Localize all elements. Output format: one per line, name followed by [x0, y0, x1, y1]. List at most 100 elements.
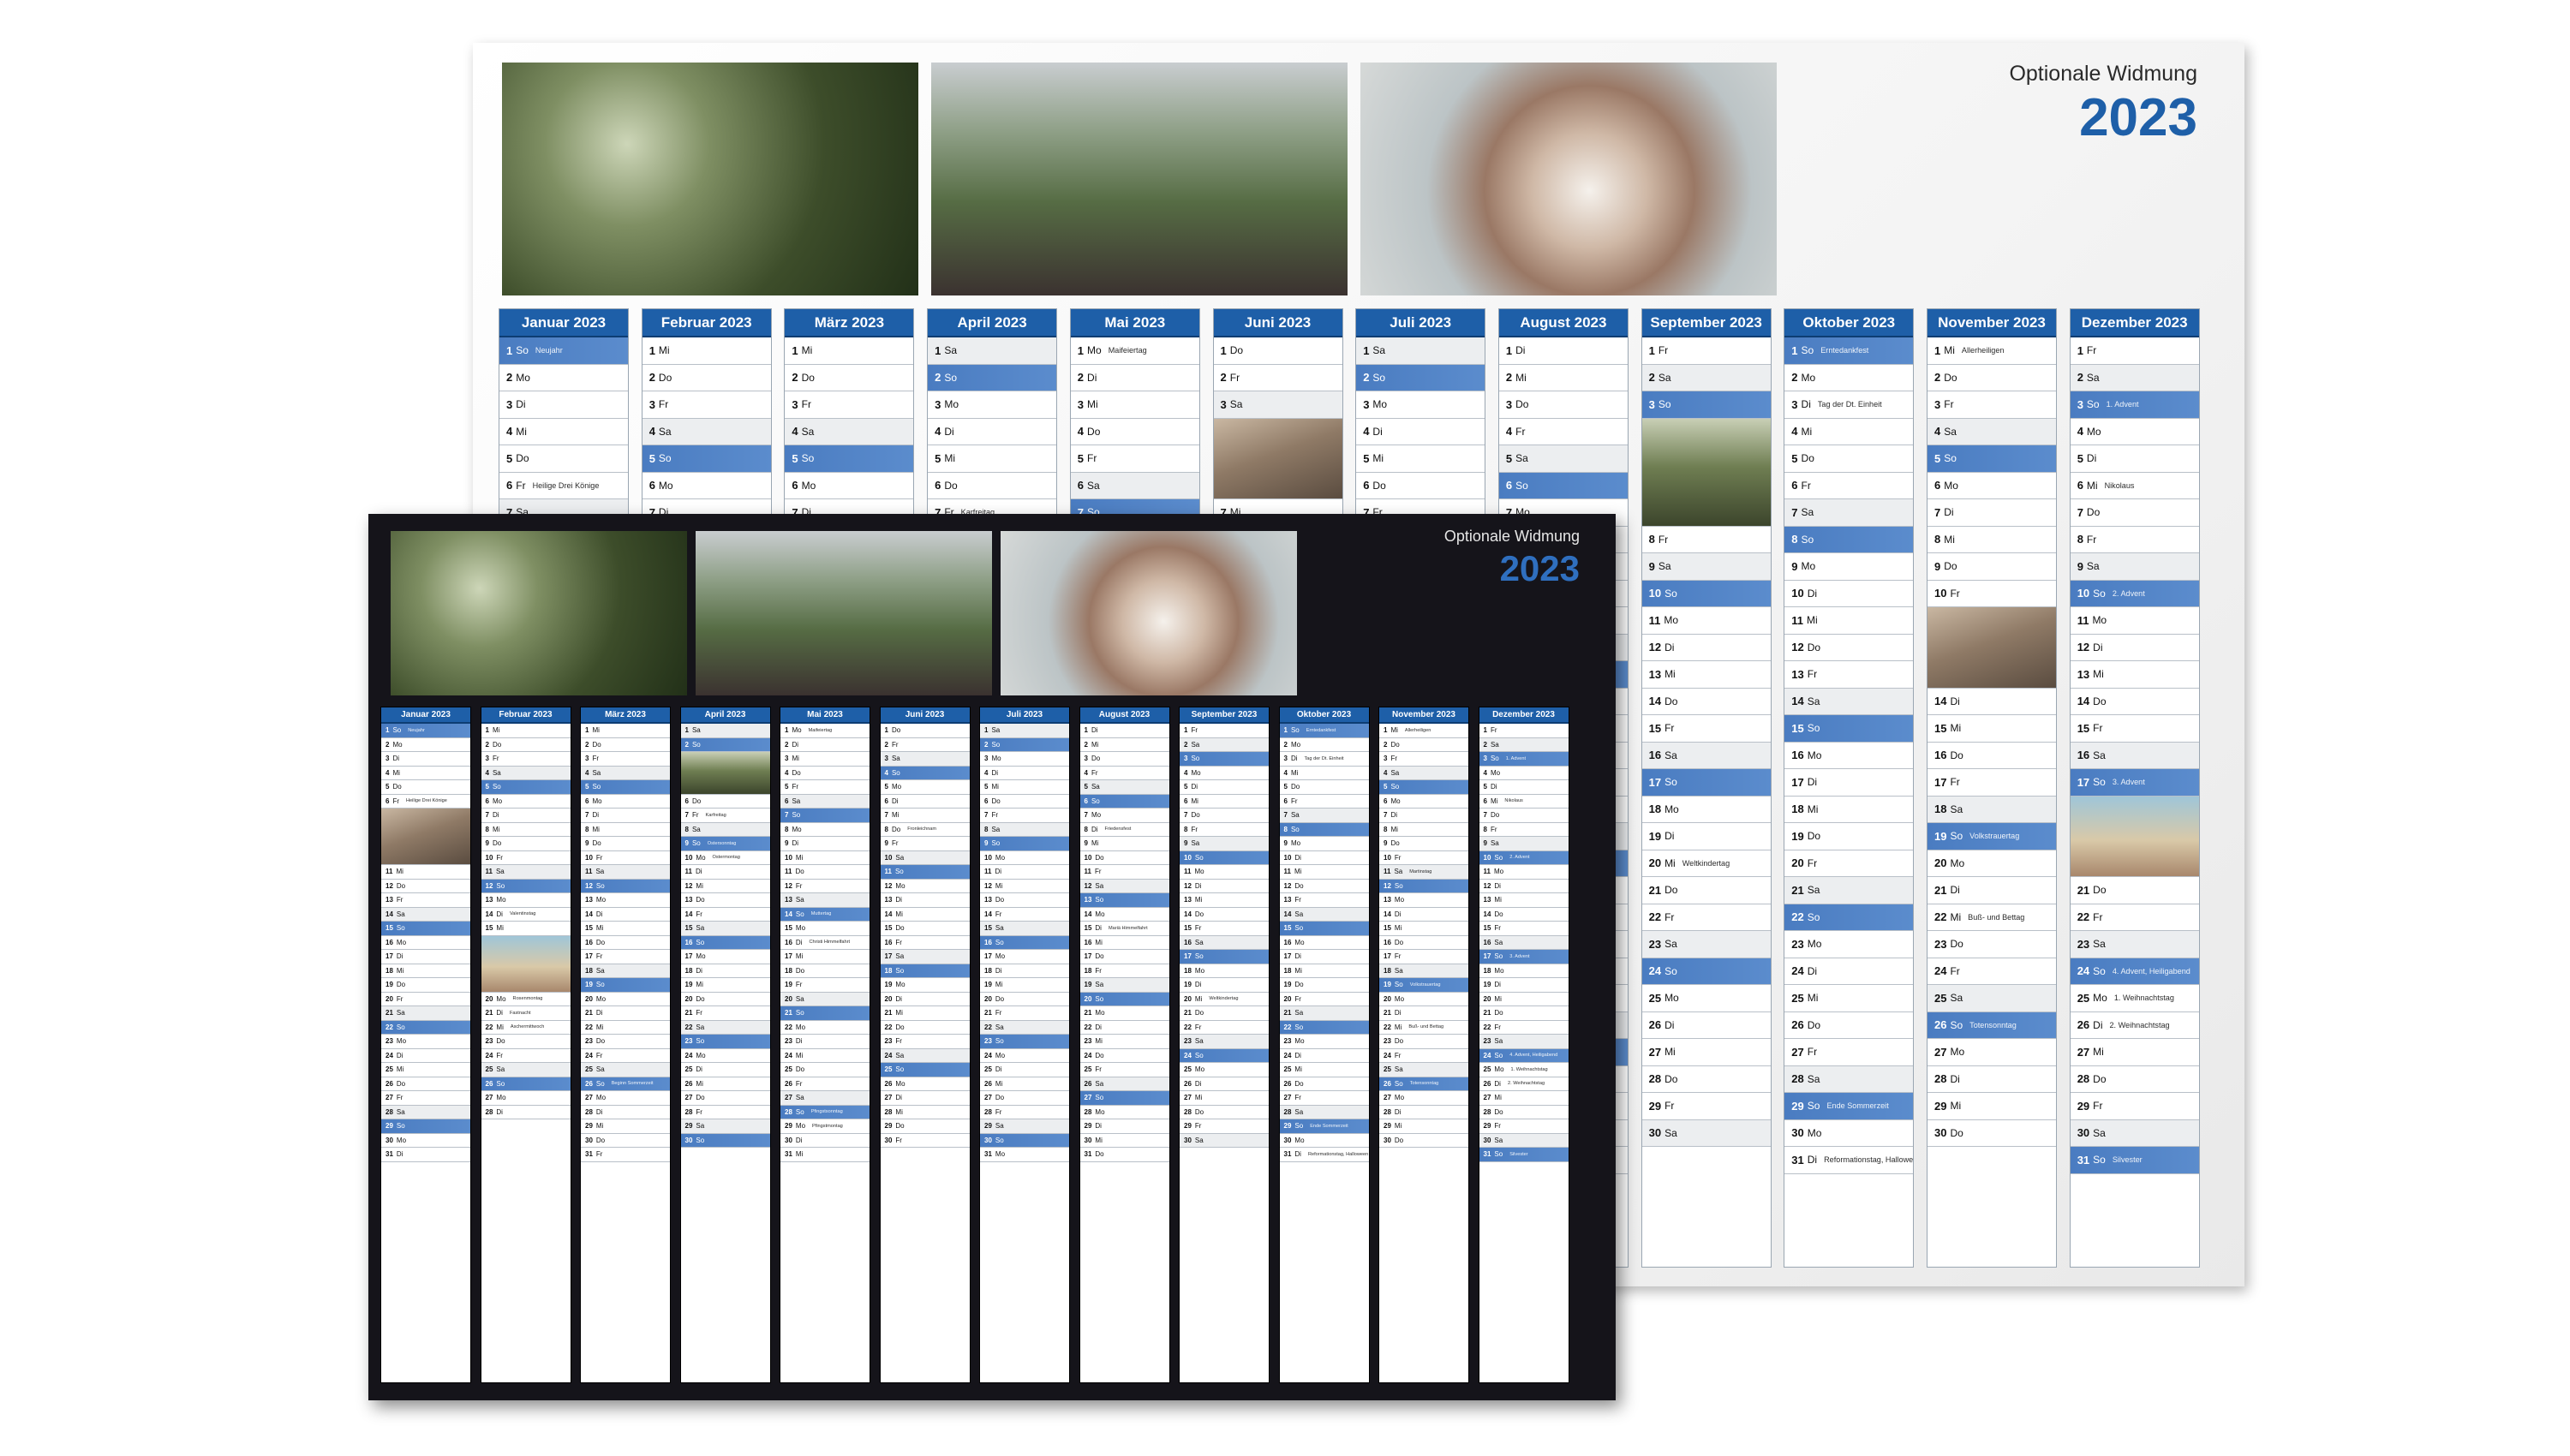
day-number: 4	[506, 425, 513, 439]
weekday-name: Do	[895, 924, 905, 933]
day-row: 21 Di	[581, 1006, 670, 1021]
day-number: 26	[485, 1079, 493, 1088]
month-header: Januar 2023	[499, 309, 628, 337]
day-row: 30Mo	[1784, 1119, 1914, 1147]
weekday-name: Fr	[1658, 344, 1669, 357]
day-row: 22 Fr	[1180, 1020, 1269, 1035]
day-number: 21	[1384, 1009, 1391, 1017]
day-number: 1	[2077, 343, 2083, 357]
day-number: 4	[984, 768, 989, 777]
day-number: 16	[684, 938, 693, 946]
day-row: 4 Fr	[1079, 766, 1169, 780]
weekday-name: Fr	[995, 910, 1002, 918]
weekday-name: Do	[1194, 1009, 1204, 1017]
holiday-note: Tag der Dt. Einheit	[1304, 755, 1344, 761]
day-number: 31	[585, 1150, 593, 1159]
weekday-name: So	[1394, 981, 1403, 989]
weekday-name: Di	[1665, 641, 1675, 653]
weekday-name: So	[1095, 994, 1104, 1003]
weekday-name: Di	[1515, 344, 1526, 357]
day-number: 1	[1283, 726, 1288, 735]
day-row: 10Fr	[581, 850, 670, 865]
day-row: 2 Mo	[1784, 364, 1914, 391]
weekday-name: Mi	[1194, 1094, 1203, 1102]
day-number: 22	[585, 1023, 593, 1031]
day-row: 19 So Volkstrauertag	[1379, 978, 1468, 993]
day-number: 4	[585, 768, 589, 777]
weekday-name: Sa	[1494, 938, 1503, 946]
day-number: 11	[1084, 868, 1091, 876]
day-number: 15	[1648, 721, 1662, 735]
day-row: 4 Mi	[1784, 418, 1914, 445]
weekday-name: Fr	[1191, 726, 1198, 735]
weekday-name: So	[795, 1107, 804, 1116]
day-row: 24Fr	[1928, 958, 2056, 985]
day-number: 25	[2077, 991, 2090, 1005]
day-row: 22 Fr	[2070, 904, 2199, 931]
day-row: 26 Di	[1180, 1077, 1269, 1091]
weekday-name: Mo	[392, 740, 403, 749]
day-number: 18	[386, 966, 393, 975]
day-number: 6	[1084, 797, 1088, 805]
day-row: 28 Do	[1479, 1105, 1569, 1119]
day-number: 20	[1483, 994, 1491, 1003]
weekday-name: Fr	[1394, 853, 1402, 862]
day-row: 2 So	[980, 737, 1069, 752]
day-number: 3	[785, 755, 789, 763]
day-row: 10Fr	[481, 850, 571, 865]
day-row: 30Di	[780, 1133, 870, 1148]
day-number: 29	[1483, 1122, 1491, 1131]
day-row: 8Sa	[980, 822, 1069, 837]
weekday-name: Mi	[1807, 803, 1819, 815]
day-number: 26	[1791, 1018, 1804, 1032]
weekday-name: Mo	[2093, 992, 2107, 1005]
day-row: 1 Sa	[928, 337, 1057, 365]
month-column: Oktober 2023 1 So Erntedankfest 2 Mo 3 Di Tag de…	[1278, 707, 1370, 1383]
day-row: 1 Mi	[481, 724, 571, 738]
weekday-name: Fr	[595, 1051, 603, 1059]
holiday-note: Martinstag	[1409, 868, 1432, 874]
weekday-name: Do	[696, 1094, 705, 1102]
day-number: 31	[2077, 1153, 2090, 1167]
day-row: 17Fr	[1379, 950, 1468, 964]
day-row: 27Do	[680, 1091, 770, 1106]
weekday-name: Mo	[1807, 938, 1822, 951]
day-row: 17Fr	[1928, 769, 2056, 797]
weekday-name: Mo	[396, 1136, 407, 1144]
weekday-name: Mi	[1294, 1065, 1302, 1074]
weekday-name: Mi	[1290, 768, 1299, 777]
month-header: April 2023	[928, 309, 1057, 337]
weekday-name: So	[392, 726, 402, 735]
day-number: 30	[1384, 1136, 1391, 1144]
day-row: 17Di	[1784, 769, 1914, 797]
weekday-name: Do	[795, 1065, 805, 1074]
weekday-name: Di	[1091, 825, 1098, 833]
weekday-name: So	[1394, 881, 1403, 890]
day-number: 3	[1505, 397, 1513, 411]
holiday-note: Ende Sommerzeit	[1826, 1101, 1889, 1111]
weekday-name: Mo	[496, 1094, 506, 1102]
day-number: 22	[884, 1023, 893, 1031]
day-row: 28Di	[481, 1105, 571, 1119]
day-number: 11	[1384, 868, 1391, 876]
weekday-name: So	[595, 1079, 605, 1088]
weekday-name: Fr	[1229, 371, 1240, 384]
holiday-note: Weltkindertag	[1209, 996, 1239, 1002]
day-number: 25	[1483, 1065, 1491, 1074]
weekday-name: Mi	[2093, 1046, 2104, 1059]
day-number: 2	[648, 371, 655, 385]
day-number: 5	[506, 451, 513, 465]
day-row: 4 Mo	[1180, 766, 1269, 780]
weekday-name: So	[696, 1037, 705, 1046]
day-number: 9	[1934, 559, 1941, 573]
day-number: 9	[1283, 839, 1288, 848]
weekday-name: Mo	[516, 371, 530, 384]
day-row: 14Mi	[880, 907, 970, 922]
day-row: 5 Sa	[1498, 445, 1628, 473]
weekday-name: So	[1095, 896, 1104, 904]
day-row: 12 Di	[1180, 879, 1269, 893]
day-number: 21	[785, 1009, 792, 1017]
day-row: 2 Mo	[499, 364, 628, 391]
day-number: 25	[884, 1065, 893, 1074]
day-number: 4	[935, 425, 941, 439]
